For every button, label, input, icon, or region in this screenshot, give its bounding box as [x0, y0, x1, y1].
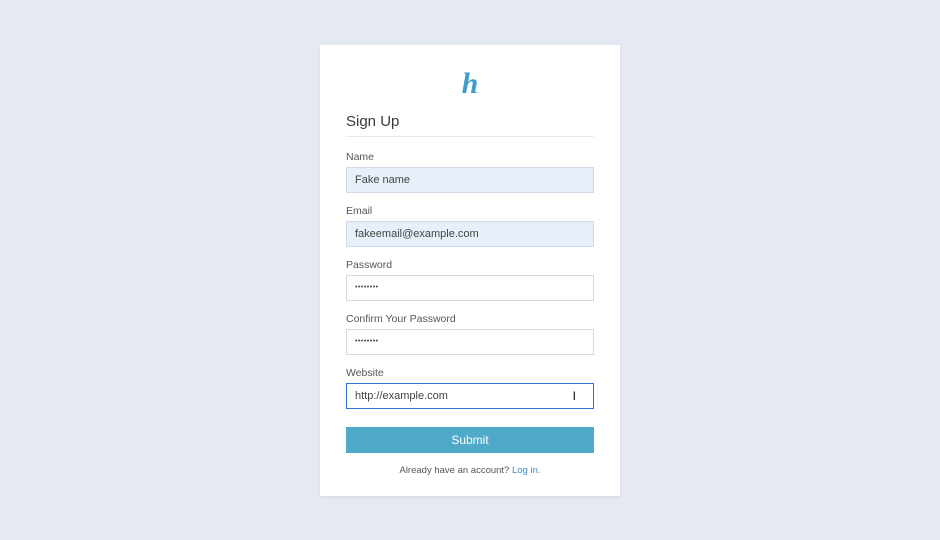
page-title: Sign Up — [346, 113, 594, 137]
confirm-password-label: Confirm Your Password — [346, 313, 594, 325]
email-input[interactable] — [346, 221, 594, 247]
email-label: Email — [346, 205, 594, 217]
logo-icon: h — [462, 69, 479, 99]
login-link[interactable]: Log in. — [512, 465, 541, 476]
password-field-group: Password — [346, 259, 594, 301]
confirm-password-field-group: Confirm Your Password — [346, 313, 594, 355]
submit-button[interactable]: Submit — [346, 427, 594, 453]
website-field-group: Website I — [346, 367, 594, 409]
name-field-group: Name — [346, 151, 594, 193]
logo-wrap: h — [346, 69, 594, 99]
footer-text: Already have an account? Log in. — [346, 465, 594, 476]
signup-card: h Sign Up Name Email Password Confirm Yo… — [320, 45, 620, 496]
email-field-group: Email — [346, 205, 594, 247]
name-label: Name — [346, 151, 594, 163]
website-label: Website — [346, 367, 594, 379]
footer-prompt: Already have an account? — [399, 465, 512, 476]
website-input[interactable] — [346, 383, 594, 409]
name-input[interactable] — [346, 167, 594, 193]
password-input[interactable] — [346, 275, 594, 301]
confirm-password-input[interactable] — [346, 329, 594, 355]
password-label: Password — [346, 259, 594, 271]
